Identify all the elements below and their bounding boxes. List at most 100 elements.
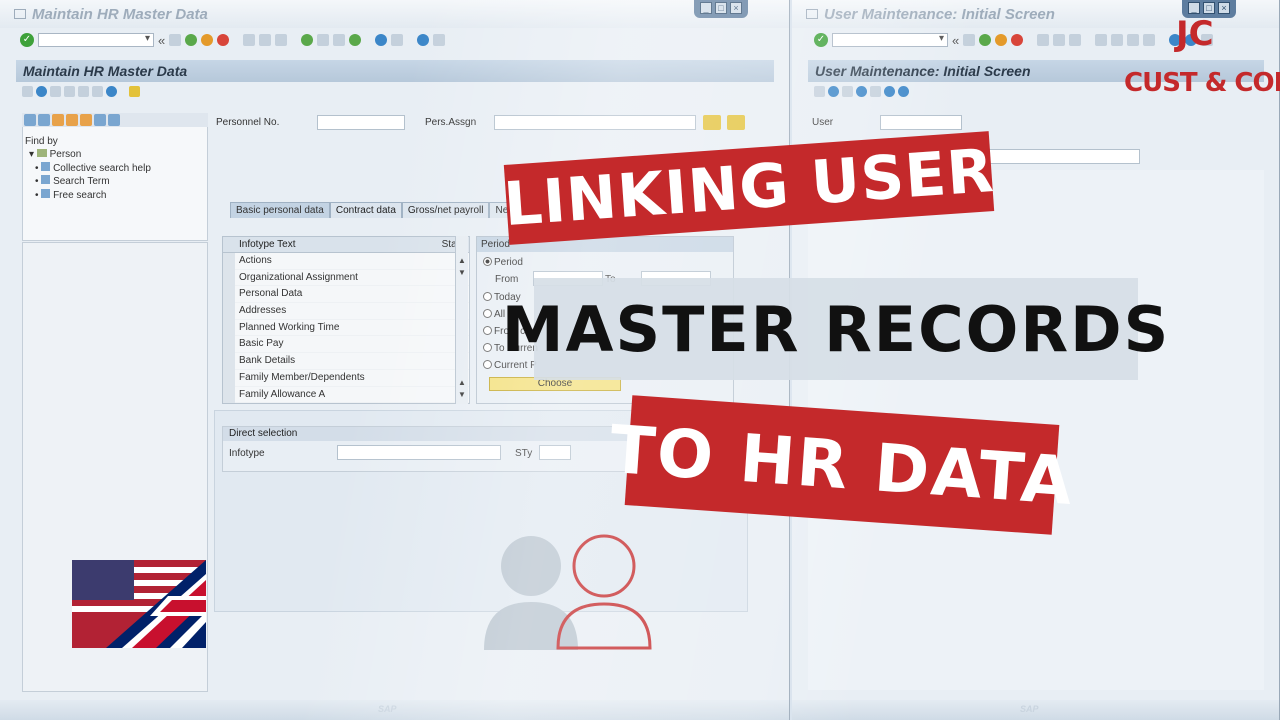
lock-icon[interactable] — [884, 86, 895, 97]
remove-favorite-icon[interactable] — [80, 114, 92, 126]
tab-contract-data[interactable]: Contract data — [329, 202, 402, 218]
close-icon[interactable]: × — [1218, 2, 1230, 14]
col-infotype-text[interactable]: Infotype Text — [239, 239, 296, 250]
tree-item-collective-search[interactable]: • Collective search help — [35, 162, 151, 174]
command-field[interactable] — [38, 33, 154, 47]
table-row[interactable]: Planned Working Time — [223, 320, 469, 337]
print-icon[interactable] — [243, 34, 256, 46]
find-icon[interactable] — [259, 34, 272, 46]
back-arrow-icon[interactable] — [24, 114, 36, 126]
find-next-icon[interactable] — [1069, 34, 1082, 46]
forward-arrow-icon[interactable] — [38, 114, 50, 126]
add-favorite-icon[interactable] — [66, 114, 78, 126]
overview-icon[interactable] — [129, 86, 140, 97]
back-icon[interactable] — [185, 34, 198, 46]
scroll-down-icon[interactable]: ▼ — [458, 390, 466, 399]
pers-assgn-select[interactable] — [494, 115, 696, 130]
delete-icon[interactable] — [856, 86, 867, 97]
right-screen-title: User Maintenance: Initial Screen — [815, 63, 1031, 79]
user-link-illustration — [484, 534, 652, 650]
infotype-label: Infotype — [229, 448, 265, 459]
personnel-no-input[interactable] — [317, 115, 405, 130]
first-page-icon[interactable] — [301, 34, 314, 46]
help-icon[interactable] — [417, 34, 430, 46]
find-next-icon[interactable] — [275, 34, 288, 46]
delimit-icon[interactable] — [78, 86, 89, 97]
new-session-icon[interactable] — [375, 34, 388, 46]
table-row[interactable]: Family Allowance A — [223, 387, 469, 404]
print-icon[interactable] — [1037, 34, 1050, 46]
pers-assgn-label: Pers.Assgn — [425, 117, 477, 128]
maximize-icon[interactable]: □ — [715, 2, 727, 14]
tree-node-person[interactable]: ▾ Person — [29, 149, 81, 160]
copy-icon[interactable] — [870, 86, 881, 97]
radio-period[interactable]: Period — [483, 257, 523, 268]
copy-icon[interactable] — [64, 86, 75, 97]
last-page-icon[interactable] — [349, 34, 362, 46]
left-title-bar: Maintain HR Master Data — [0, 0, 789, 28]
create-icon[interactable] — [814, 86, 825, 97]
first-page-icon[interactable] — [1095, 34, 1108, 46]
cancel-icon[interactable] — [1011, 34, 1024, 46]
user-input[interactable] — [880, 115, 962, 130]
collapse-icon[interactable]: « — [158, 33, 165, 48]
table-row[interactable]: Personal Data — [223, 286, 469, 304]
lock-icon[interactable] — [92, 86, 103, 97]
tree-toolbar — [22, 113, 208, 127]
maximize-icon[interactable]: □ — [1203, 2, 1215, 14]
exit-icon[interactable] — [201, 34, 214, 46]
subtype-input[interactable] — [539, 445, 571, 460]
exit-icon[interactable] — [995, 34, 1008, 46]
delete-icon[interactable] — [106, 86, 117, 97]
table-row[interactable]: Bank Details — [223, 353, 469, 370]
tree-item-search-term[interactable]: • Search Term — [35, 175, 110, 187]
collapse-tree-icon[interactable] — [108, 114, 120, 126]
row-selector-column[interactable] — [223, 253, 235, 403]
save-icon[interactable] — [169, 34, 182, 46]
previous-page-icon[interactable] — [317, 34, 330, 46]
table-row[interactable]: Organizational Assignment — [223, 270, 469, 287]
org-structure-icon[interactable] — [703, 115, 721, 130]
layout-menu-icon[interactable] — [433, 34, 446, 46]
assignment-icon[interactable] — [727, 115, 745, 130]
collapse-icon[interactable]: « — [952, 33, 959, 48]
previous-page-icon[interactable] — [1111, 34, 1124, 46]
find-icon[interactable] — [1053, 34, 1066, 46]
next-page-icon[interactable] — [333, 34, 346, 46]
create-icon[interactable] — [22, 86, 33, 97]
change-icon[interactable] — [36, 86, 47, 97]
tab-gross-net-payroll[interactable]: Gross/net payroll — [401, 202, 490, 218]
table-row[interactable]: Basic Pay — [223, 336, 469, 354]
tree-item-free-search[interactable]: • Free search — [35, 189, 106, 201]
scroll-up-icon[interactable]: ▲ — [458, 378, 466, 387]
enter-icon[interactable]: ✓ — [20, 33, 34, 47]
infotype-scrollbar[interactable]: ▲ ▼ ▲ ▼ — [455, 236, 468, 404]
expand-icon[interactable] — [94, 114, 106, 126]
radio-label: Period — [494, 257, 523, 268]
password-icon[interactable] — [898, 86, 909, 97]
favorites-icon[interactable] — [52, 114, 64, 126]
user-body-gray — [484, 602, 578, 650]
command-field[interactable] — [832, 33, 948, 47]
scroll-up-icon[interactable]: ▲ — [458, 256, 466, 265]
table-row[interactable]: Addresses — [223, 303, 469, 320]
display-icon[interactable] — [50, 86, 61, 97]
change-icon[interactable] — [828, 86, 839, 97]
enter-icon[interactable]: ✓ — [814, 33, 828, 47]
close-icon[interactable]: × — [730, 2, 742, 14]
tab-basic-personal-data[interactable]: Basic personal data — [230, 202, 330, 218]
infotype-input[interactable] — [337, 445, 501, 460]
minimize-icon[interactable]: _ — [700, 2, 712, 14]
table-row[interactable]: Actions — [223, 253, 469, 270]
minimize-icon[interactable]: _ — [1188, 2, 1200, 14]
sap-logo: SAP — [378, 704, 397, 714]
display-icon[interactable] — [842, 86, 853, 97]
back-icon[interactable] — [979, 34, 992, 46]
shortcut-icon[interactable] — [391, 34, 404, 46]
cancel-icon[interactable] — [217, 34, 230, 46]
binoculars-icon — [41, 189, 51, 198]
save-icon[interactable] — [963, 34, 976, 46]
tree-item-label: Search Term — [53, 176, 110, 187]
scroll-down-icon[interactable]: ▼ — [458, 268, 466, 277]
table-row[interactable]: Family Member/Dependents — [223, 370, 469, 387]
